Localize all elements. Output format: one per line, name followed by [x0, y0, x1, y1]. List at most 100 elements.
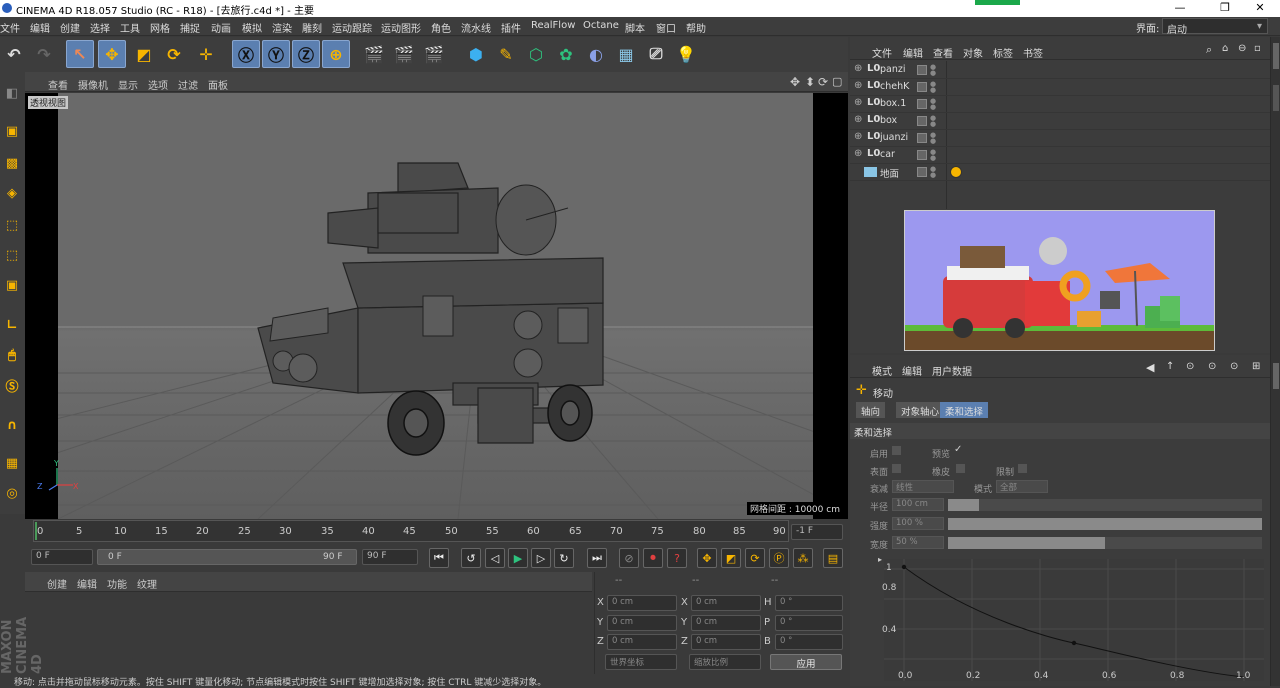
subdivision-icon[interactable]: ⬡: [522, 40, 550, 68]
strength-slider[interactable]: [948, 518, 1262, 530]
menu-mograph[interactable]: 运动图形: [381, 20, 421, 35]
menu-mesh[interactable]: 网格: [150, 20, 170, 35]
menu-tools[interactable]: 工具: [120, 20, 140, 35]
attributes-tab[interactable]: [1273, 363, 1279, 389]
layer-checkbox-icon[interactable]: [917, 82, 927, 92]
maximize-button[interactable]: ❐: [1205, 1, 1245, 16]
expand-icon[interactable]: ⊕: [854, 80, 862, 91]
rubber-checkbox[interactable]: [956, 464, 965, 473]
polygons-mode-icon[interactable]: ▣: [1, 274, 23, 296]
layer-checkbox-icon[interactable]: [917, 167, 927, 177]
move-tool-icon[interactable]: ✥: [98, 40, 126, 68]
range-slider[interactable]: 0 F 90 F: [97, 549, 357, 565]
material-menu-edit[interactable]: 编辑: [77, 576, 97, 591]
pen-spline-icon[interactable]: ✎: [492, 40, 520, 68]
menu-edit[interactable]: 编辑: [30, 20, 50, 35]
up-arrow-icon[interactable]: ↑: [1166, 361, 1174, 372]
axis-mode-icon[interactable]: ∟: [1, 314, 23, 336]
expand-icon[interactable]: ⊕: [854, 114, 862, 125]
floor-icon[interactable]: ▦: [612, 40, 640, 68]
object-name[interactable]: box: [880, 115, 897, 126]
prev-key-icon[interactable]: ↺: [461, 548, 481, 568]
menu-animate[interactable]: 动画: [211, 20, 231, 35]
menu-script[interactable]: 脚本: [625, 20, 645, 35]
obj-menu-object[interactable]: 对象: [963, 45, 983, 60]
perspective-viewport[interactable]: 透视视图 网格间距 : 10000 cm Y Z X: [0, 93, 1059, 520]
expand-panel-icon[interactable]: ⊞: [1252, 361, 1260, 372]
attr-menu-userdata[interactable]: 用户数据: [932, 363, 972, 378]
pos-y-field[interactable]: 0 cm: [607, 615, 677, 631]
key-pla-icon[interactable]: ⁂: [793, 548, 813, 568]
obj-menu-file[interactable]: 文件: [872, 45, 892, 60]
workplane-icon[interactable]: ◈: [1, 182, 23, 204]
lock-workplane-icon[interactable]: ▦: [1, 452, 23, 474]
strength-field[interactable]: 100 %: [892, 517, 944, 530]
pos-x-field[interactable]: 0 cm: [607, 595, 677, 611]
material-menu-function[interactable]: 功能: [107, 576, 127, 591]
object-name[interactable]: juanzi: [880, 132, 908, 143]
zoom-view-icon[interactable]: ⬍: [805, 75, 815, 89]
restrict-checkbox[interactable]: [1018, 464, 1027, 473]
key-param-icon[interactable]: Ⓟ: [769, 548, 789, 568]
goto-start-icon[interactable]: ⏮: [429, 548, 449, 568]
layer-checkbox-icon[interactable]: [917, 99, 927, 109]
width-slider[interactable]: [948, 537, 1262, 549]
object-name[interactable]: 地面: [880, 166, 899, 180]
material-tag-icon[interactable]: [950, 166, 962, 178]
render-view-icon[interactable]: 🎬: [360, 40, 388, 68]
visibility-dots-icon[interactable]: ● ●: [930, 166, 936, 179]
object-name[interactable]: car: [880, 149, 895, 160]
enable-checkbox[interactable]: [892, 446, 901, 455]
obj-menu-tags[interactable]: 标签: [993, 45, 1013, 60]
rot-p-field[interactable]: 0 °: [775, 615, 843, 631]
prev-frame-icon[interactable]: ◁: [485, 548, 505, 568]
search-icon[interactable]: ⌕: [1206, 43, 1212, 57]
coordinate-space-dropdown[interactable]: 世界坐标: [605, 654, 677, 670]
layer-checkbox-icon[interactable]: [917, 65, 927, 75]
object-row-panzi[interactable]: ⊕ L0 panzi ● ●: [850, 62, 1270, 79]
next-frame-icon[interactable]: ▷: [531, 548, 551, 568]
expand-icon[interactable]: ⊕: [854, 131, 862, 142]
object-name[interactable]: panzi: [880, 64, 906, 75]
visibility-dots-icon[interactable]: ● ●: [930, 64, 936, 77]
visibility-dots-icon[interactable]: ● ●: [930, 98, 936, 111]
menu-window[interactable]: 窗口: [656, 20, 676, 35]
timeline-ruler[interactable]: 0 5 10 15 20 25 30 35 40 45 50 55 60 65 …: [25, 520, 848, 544]
falloff-graph[interactable]: 1 0.8 0.4 0.0 0.2 0.4 0.6 0.8 1.0: [882, 559, 1264, 681]
cube-icon[interactable]: ⬢: [462, 40, 490, 68]
object-name[interactable]: chehK: [880, 81, 909, 92]
obj-menu-bookmarks[interactable]: 书签: [1023, 45, 1043, 60]
rotate-view-icon[interactable]: ⟳: [818, 75, 828, 89]
viewport-menu-camera[interactable]: 摄像机: [78, 77, 108, 92]
viewport-menu-view[interactable]: 查看: [48, 77, 68, 92]
layer-checkbox-icon[interactable]: [917, 133, 927, 143]
rot-h-field[interactable]: 0 °: [775, 595, 843, 611]
make-editable-icon[interactable]: ◧: [1, 82, 23, 104]
object-row-box1[interactable]: ⊕ L0 box.1 ● ●: [850, 96, 1270, 113]
back-arrow-icon[interactable]: ◀: [1146, 361, 1154, 374]
magnet-icon[interactable]: ∩: [1, 414, 23, 436]
width-field[interactable]: 50 %: [892, 536, 944, 549]
z-axis-lock-icon[interactable]: Ⓩ: [292, 40, 320, 68]
deformer-icon[interactable]: ◐: [582, 40, 610, 68]
playhead[interactable]: [35, 522, 37, 540]
menu-file[interactable]: 文件: [0, 20, 20, 35]
tab-soft-selection[interactable]: 柔和选择: [940, 402, 989, 418]
end-frame-field[interactable]: 90 F: [362, 549, 418, 565]
layer-checkbox-icon[interactable]: [917, 116, 927, 126]
obj-menu-edit[interactable]: 编辑: [903, 45, 923, 60]
rotate-tool-icon[interactable]: ⟳: [160, 40, 188, 68]
material-menu-texture[interactable]: 纹理: [137, 576, 157, 591]
back-icon[interactable]: ⊖: [1238, 43, 1246, 54]
model-mode-icon[interactable]: ▣: [1, 120, 23, 142]
rot-b-field[interactable]: 0 °: [775, 634, 843, 650]
menu-render[interactable]: 渲染: [272, 20, 292, 35]
camera-icon[interactable]: ⎚: [642, 40, 670, 68]
last-tool-icon[interactable]: ✛: [192, 40, 220, 68]
points-mode-icon[interactable]: ⬚: [1, 214, 23, 236]
edges-mode-icon[interactable]: ⬚: [1, 244, 23, 266]
menu-help[interactable]: 帮助: [686, 20, 706, 35]
close-button[interactable]: ✕: [1240, 1, 1280, 16]
menu-snap[interactable]: 捕捉: [180, 20, 200, 35]
pos-z-field[interactable]: 0 cm: [607, 634, 677, 650]
